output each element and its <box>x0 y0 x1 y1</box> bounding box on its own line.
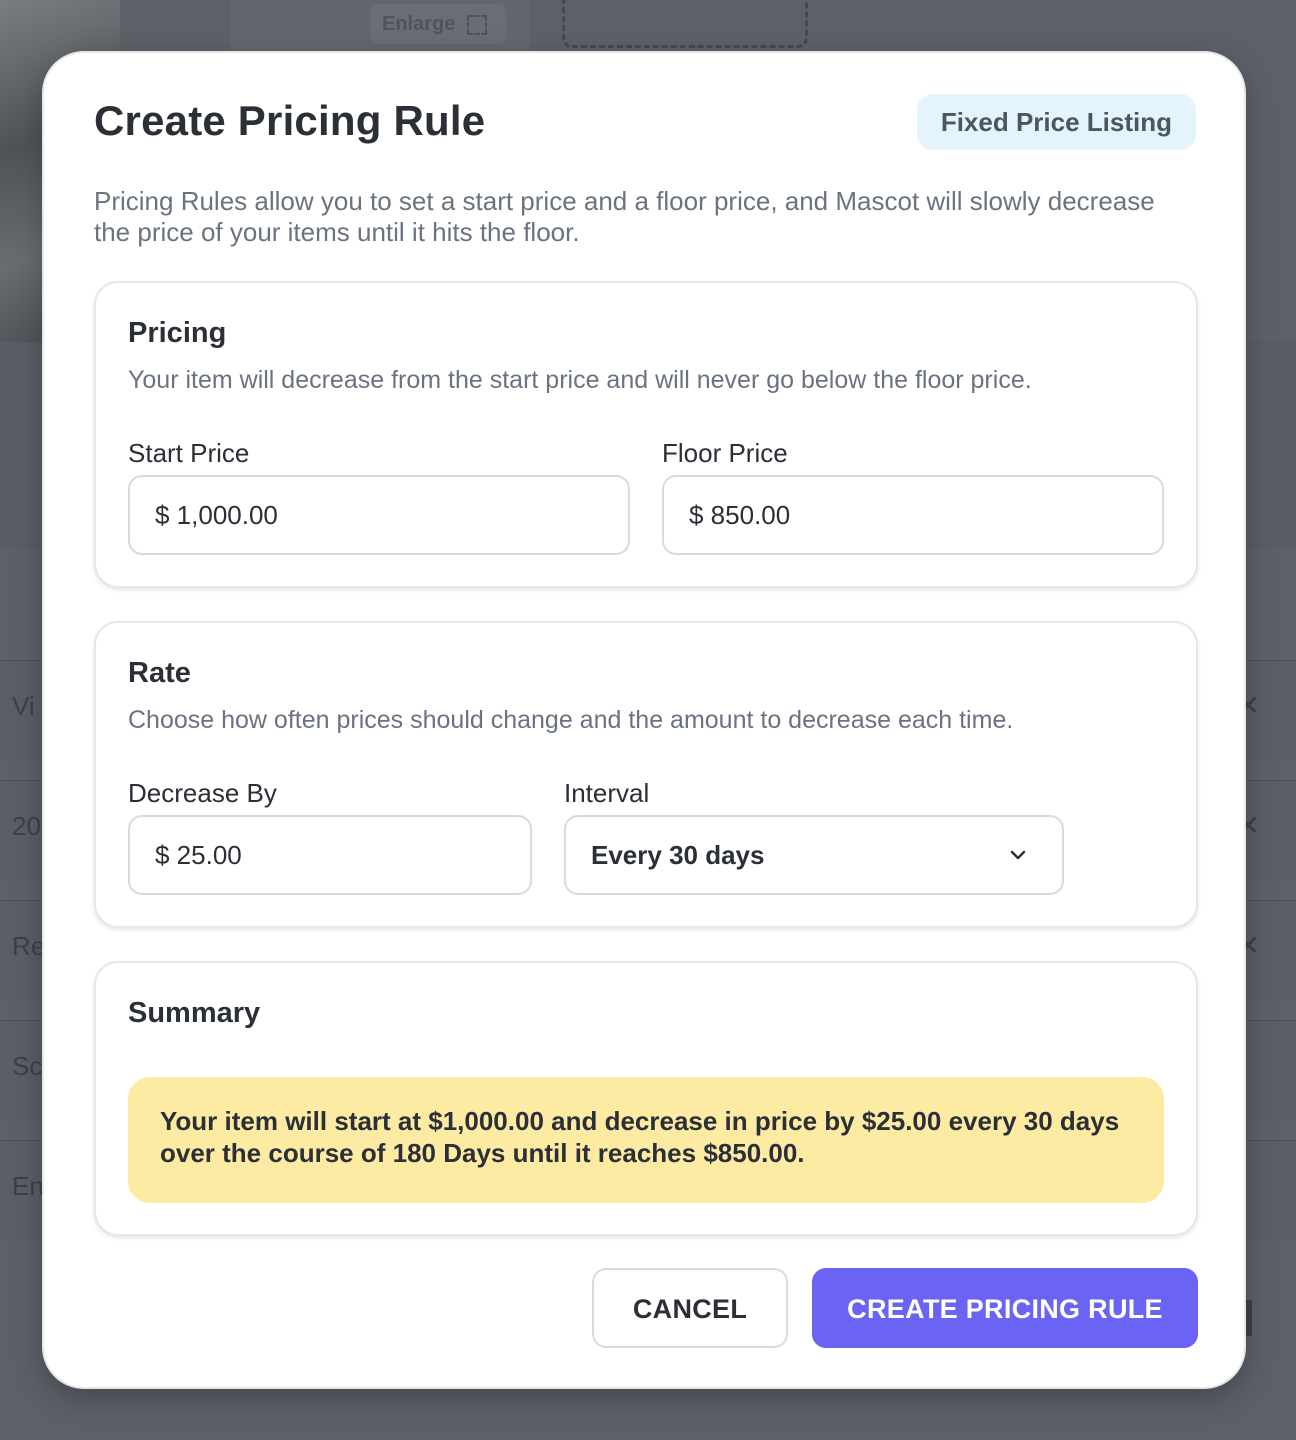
pricing-subtitle: Your item will decrease from the start p… <box>128 366 1032 394</box>
interval-selected-value: Every 30 days <box>591 840 765 870</box>
upload-dropzone <box>562 0 808 48</box>
enlarge-label: Enlarge <box>382 13 456 35</box>
floor-price-input[interactable]: $ 850.00 <box>662 475 1164 555</box>
enlarge-button: Enlarge <box>370 4 506 44</box>
background-row-label: Re <box>12 931 46 961</box>
chevron-down-icon <box>1010 850 1026 860</box>
decrease-by-label: Decrease By <box>128 778 277 808</box>
background-row-label: Vi <box>12 691 35 721</box>
background-row-label: En <box>12 1171 44 1201</box>
create-pricing-rule-button[interactable]: CREATE PRICING RULE <box>812 1268 1198 1348</box>
interval-select[interactable]: Every 30 days <box>564 815 1064 895</box>
modal-description: Pricing Rules allow you to set a start p… <box>94 186 1155 247</box>
background-row-label: Sc <box>12 1051 43 1081</box>
start-price-label: Start Price <box>128 438 250 468</box>
rate-card: Rate Choose how often prices should chan… <box>94 621 1198 928</box>
cancel-button[interactable]: CANCEL <box>592 1268 788 1348</box>
create-pricing-rule-modal: Create Pricing Rule Fixed Price Listing … <box>42 51 1246 1389</box>
interval-label: Interval <box>564 778 650 808</box>
summary-card: Summary Your item will start at $1,000.0… <box>94 961 1198 1236</box>
floor-price-label: Floor Price <box>662 438 788 468</box>
pricing-card: Pricing Your item will decrease from the… <box>94 281 1198 588</box>
summary-title: Summary <box>128 997 261 1029</box>
listing-type-badge: Fixed Price Listing <box>916 94 1196 150</box>
pricing-title: Pricing <box>128 317 227 349</box>
modal-title: Create Pricing Rule <box>94 97 486 144</box>
decrease-by-input[interactable]: $ 25.00 <box>128 815 532 895</box>
rate-subtitle: Choose how often prices should change an… <box>128 706 1014 734</box>
expand-icon <box>467 14 488 35</box>
start-price-input[interactable]: $ 1,000.00 <box>128 475 630 555</box>
summary-callout: Your item will start at $1,000.00 and de… <box>128 1077 1164 1203</box>
rate-title: Rate <box>128 657 191 689</box>
background-row-label: 20 <box>12 811 41 841</box>
